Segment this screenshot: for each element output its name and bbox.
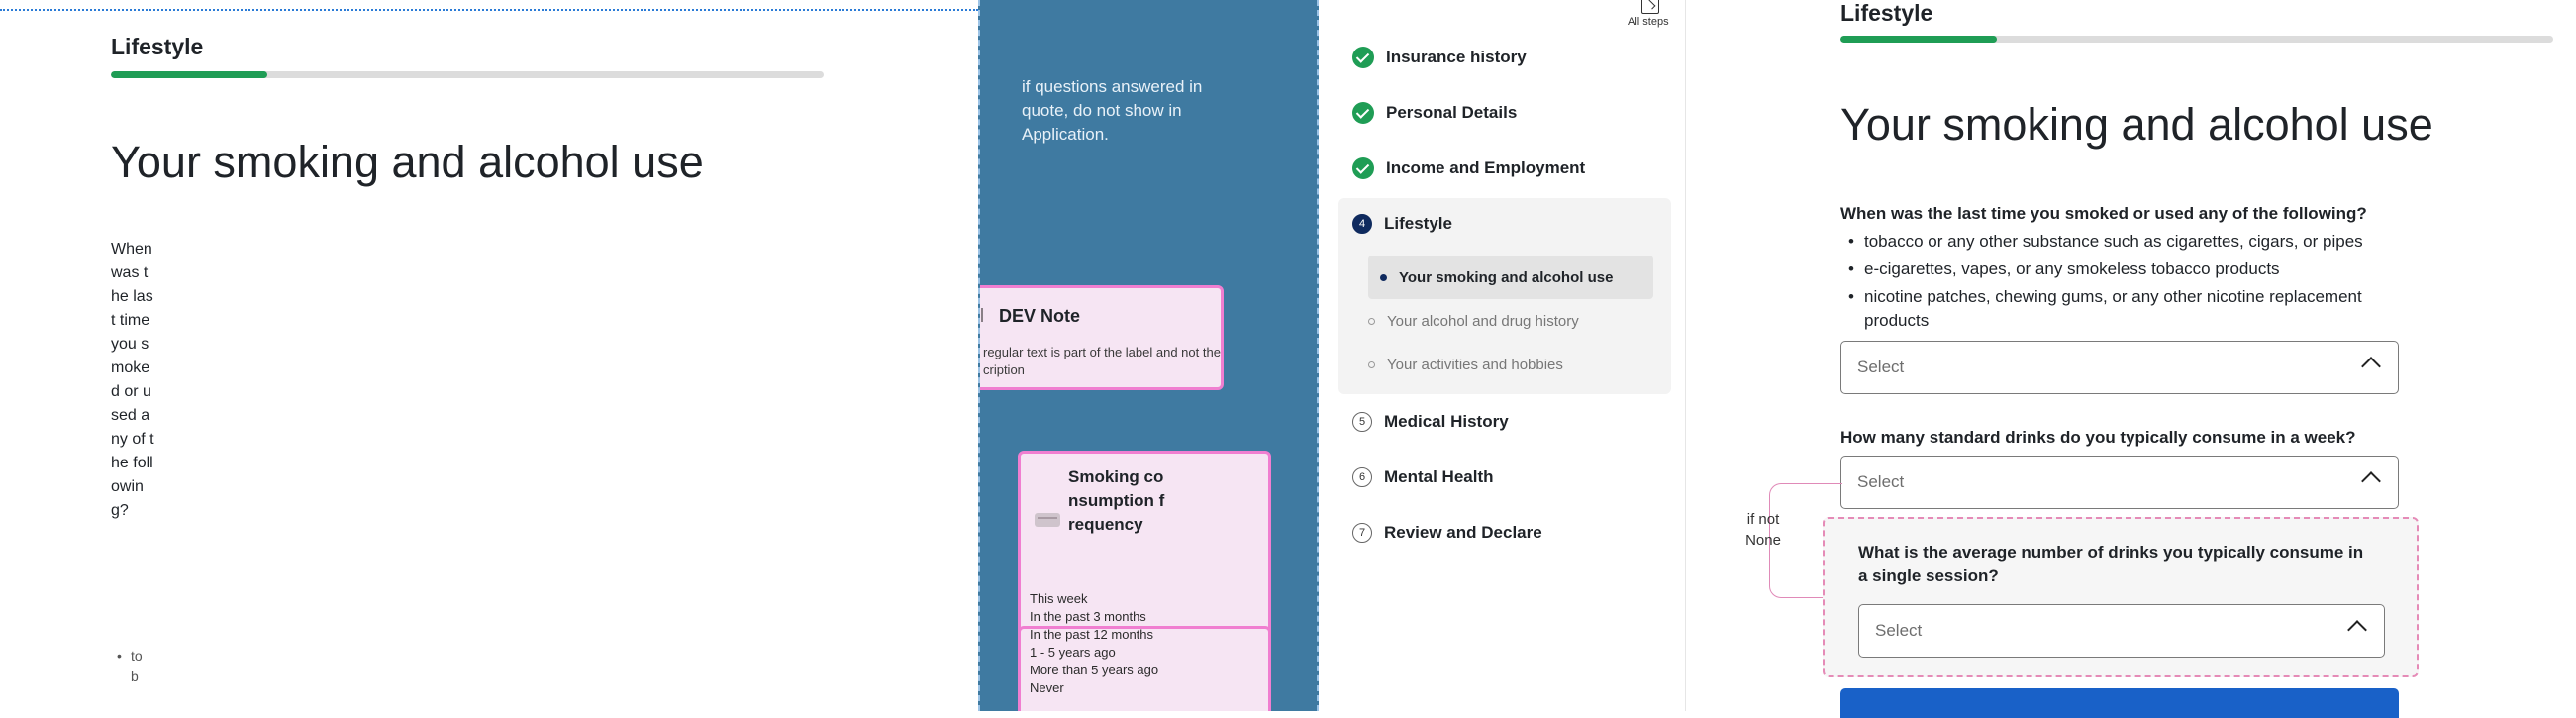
select-placeholder: Select bbox=[1857, 472, 1905, 491]
substep-1[interactable]: Your smoking and alcohol use bbox=[1368, 256, 1653, 299]
dev-note-card: DEV Note regular text is part of the lab… bbox=[980, 285, 1224, 390]
condition-label: if not None bbox=[1745, 511, 1781, 549]
steps-nav: All steps Insurance history Personal Deta… bbox=[1321, 0, 1685, 711]
dev-note-body: regular text is part of the label and no… bbox=[983, 345, 1221, 377]
keyboard-icon bbox=[1035, 513, 1060, 527]
all-steps-icon[interactable] bbox=[1641, 0, 1659, 14]
smoking-options-list: This week In the past 3 months In the past… bbox=[1030, 590, 1257, 697]
smoking-option: In the past 12 months bbox=[1030, 627, 1154, 642]
smoking-option: This week bbox=[1030, 591, 1088, 606]
section-title: Lifestyle bbox=[111, 34, 204, 59]
smoking-option: 1 - 5 years ago bbox=[1030, 645, 1116, 660]
progress-fill bbox=[1840, 36, 1998, 43]
dev-note-title: DEV Note bbox=[999, 306, 1081, 326]
step-number: 4 bbox=[1352, 214, 1372, 234]
smoking-card-title: Smoking consumption frequency bbox=[1068, 467, 1165, 534]
progress-fill bbox=[111, 71, 268, 78]
progress-bar bbox=[111, 71, 824, 78]
substep-dot bbox=[1368, 360, 1375, 368]
substep-label: Your activities and hobbies bbox=[1387, 356, 1563, 373]
all-steps-label[interactable]: All steps bbox=[1628, 16, 1669, 28]
check-circle-icon bbox=[1352, 157, 1374, 179]
weekly-drinks-select[interactable]: Select bbox=[1840, 456, 2399, 509]
step-label: Mental Health bbox=[1384, 467, 1494, 486]
step-label: Lifestyle bbox=[1384, 214, 1452, 233]
bullet-item: tobacco or any other substance such as c… bbox=[1840, 230, 2395, 254]
narrow-question-text: When was the last time you smoked or use… bbox=[111, 241, 154, 519]
step-number: 7 bbox=[1352, 523, 1372, 543]
substep-2[interactable]: Your alcohol and drug history bbox=[1368, 309, 1655, 333]
smoking-select[interactable]: Select bbox=[1840, 341, 2399, 394]
step-1[interactable]: Insurance history bbox=[1352, 46, 1527, 69]
select-placeholder: Select bbox=[1857, 358, 1905, 376]
step-label: Review and Declare bbox=[1384, 523, 1542, 542]
note-icon bbox=[981, 308, 991, 322]
chevron-up-icon bbox=[2347, 620, 2367, 640]
step-3[interactable]: Income and Employment bbox=[1352, 156, 1585, 180]
step-5[interactable]: 5 Medical History bbox=[1352, 410, 1509, 434]
check-circle-icon bbox=[1352, 47, 1374, 68]
substep-3[interactable]: Your activities and hobbies bbox=[1368, 353, 1655, 376]
bullet-item: nicotine patches, chewing gums, or any o… bbox=[1840, 285, 2395, 333]
check-circle-icon bbox=[1352, 102, 1374, 124]
page-heading: Your smoking and alcohol use bbox=[1840, 99, 2433, 150]
primary-button[interactable] bbox=[1840, 688, 2399, 718]
substep-dot bbox=[1380, 273, 1387, 281]
step-label: Income and Employment bbox=[1386, 158, 1586, 177]
substep-label: Your alcohol and drug history bbox=[1387, 312, 1579, 330]
left-preview-panel: Lifestyle Your smoking and alcohol use W… bbox=[0, 0, 978, 711]
substep-dot bbox=[1368, 317, 1375, 325]
chevron-up-icon bbox=[2361, 357, 2381, 376]
step-label: Insurance history bbox=[1386, 48, 1527, 66]
selection-outline bbox=[0, 9, 978, 11]
conditional-question-box: What is the average number of drinks you… bbox=[1823, 517, 2419, 677]
substep-label: Your smoking and alcohol use bbox=[1399, 268, 1614, 286]
step-number: 6 bbox=[1352, 467, 1372, 487]
session-drinks-select[interactable]: Select bbox=[1858, 604, 2385, 658]
step-label: Medical History bbox=[1384, 412, 1509, 431]
smoking-option: More than 5 years ago bbox=[1030, 663, 1159, 677]
step-number: 5 bbox=[1352, 412, 1372, 432]
page-heading: Your smoking and alcohol use bbox=[111, 137, 704, 187]
bullet-dot: • bbox=[117, 648, 122, 664]
annotation-note: if questions answered in quote, do not s… bbox=[1022, 77, 1203, 144]
select-placeholder: Select bbox=[1875, 621, 1923, 640]
main-form-panel: Lifestyle Your smoking and alcohol use W… bbox=[1685, 0, 2576, 718]
step-label: Personal Details bbox=[1386, 103, 1518, 122]
smoking-option: In the past 3 months bbox=[1030, 609, 1146, 624]
progress-bar bbox=[1840, 36, 2553, 43]
bullet-item: e-cigarettes, vapes, or any smokeless to… bbox=[1840, 257, 2395, 281]
step-6[interactable]: 6 Mental Health bbox=[1352, 465, 1494, 489]
question-smoking: When was the last time you smoked or use… bbox=[1840, 204, 2367, 223]
narrow-bullet-text: tob bbox=[131, 648, 143, 684]
question-session-drinks: What is the average number of drinks you… bbox=[1858, 543, 2364, 585]
step-2[interactable]: Personal Details bbox=[1352, 101, 1517, 125]
smoking-bullet-list: tobacco or any other substance such as c… bbox=[1840, 230, 2395, 337]
question-weekly-drinks: How many standard drinks do you typicall… bbox=[1840, 428, 2356, 447]
step-7[interactable]: 7 Review and Declare bbox=[1352, 521, 1542, 545]
smoking-option: Never bbox=[1030, 680, 1064, 695]
section-title: Lifestyle bbox=[1840, 0, 1933, 26]
step-4[interactable]: 4 Lifestyle bbox=[1352, 212, 1452, 236]
chevron-up-icon bbox=[2361, 471, 2381, 491]
